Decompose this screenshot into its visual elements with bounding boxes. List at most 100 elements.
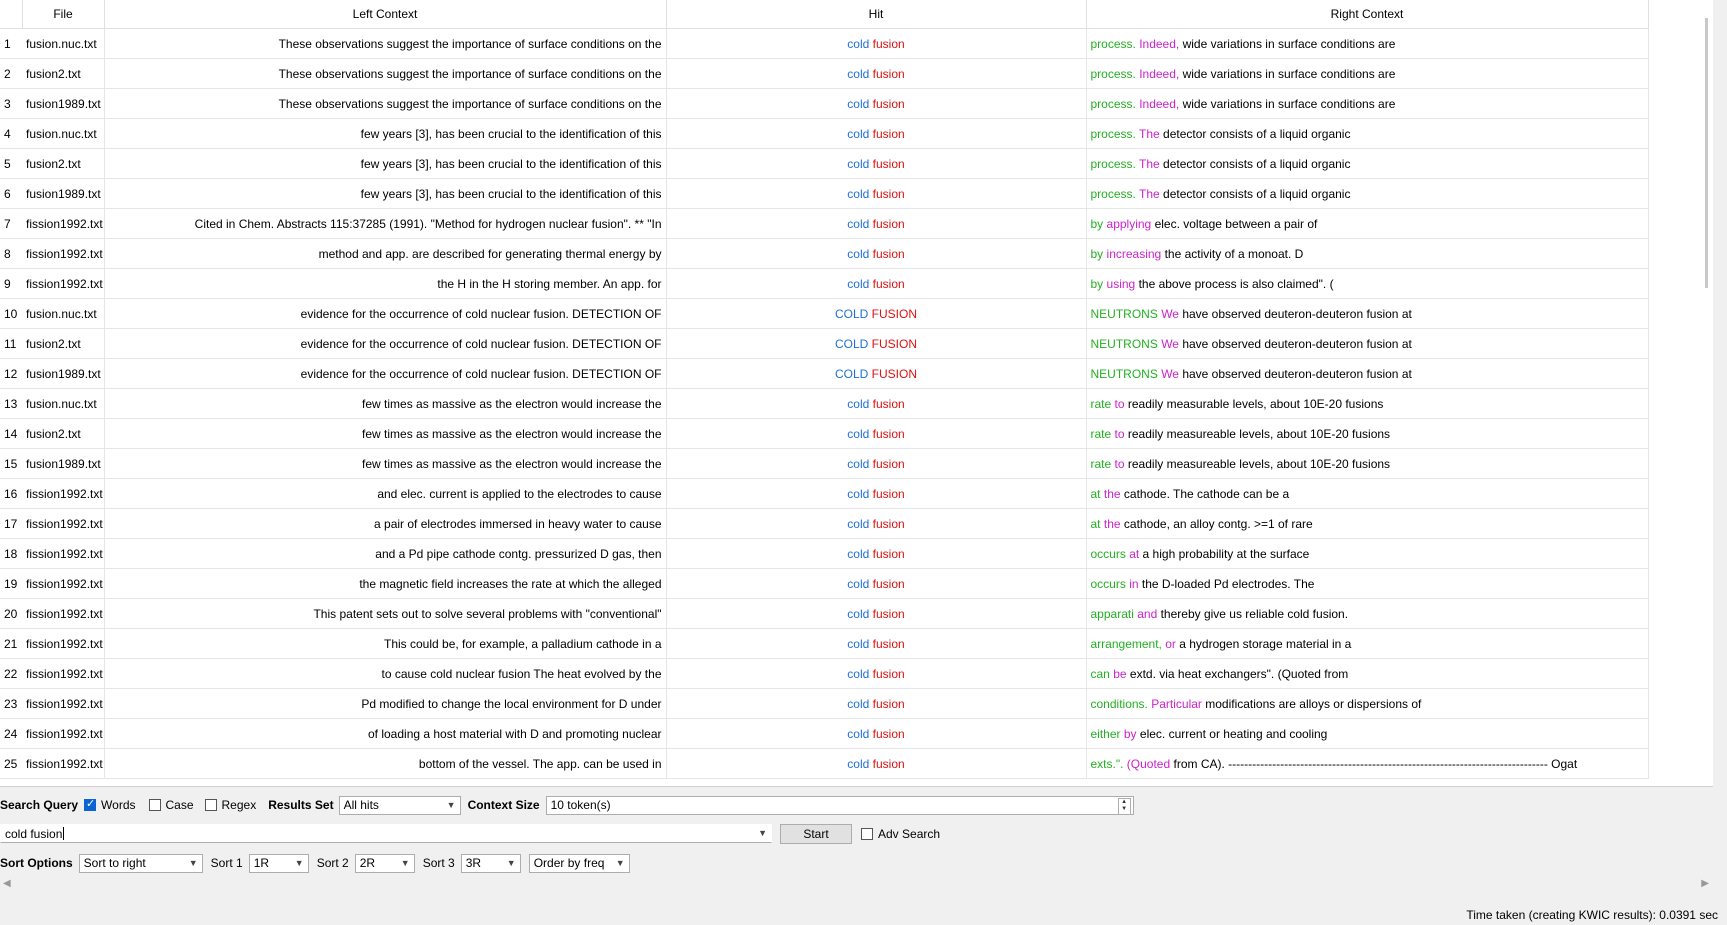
table-row[interactable]: 12 fusion1989.txt evidence for the occurre… <box>0 358 1649 389</box>
sort1-dropdown[interactable]: 1R ▼ <box>248 853 309 873</box>
file-cell: fusion2.txt <box>22 328 105 359</box>
table-row[interactable]: 1 fusion.nuc.txt These observations sugges… <box>0 28 1649 59</box>
right-context-rest: have observed deuteron-deuteron fusion a… <box>1182 366 1412 381</box>
left-context-cell: few years [3], has been crucial to the i… <box>104 118 667 149</box>
left-context-cell: These observations suggest the importanc… <box>104 88 667 119</box>
right-word-2: to <box>1114 426 1125 441</box>
horizontal-scrollbar[interactable]: ◀ ▶ <box>0 876 1712 893</box>
hit-word-1: cold <box>847 96 870 111</box>
table-row[interactable]: 25 fission1992.txt bottom of the vessel. T… <box>0 748 1649 779</box>
column-header-left-context[interactable]: Left Context <box>104 0 667 29</box>
case-checkbox[interactable] <box>148 799 161 811</box>
chevron-down-icon: ▼ <box>446 799 456 810</box>
table-row[interactable]: 9 fission1992.txt the H in the H storing m… <box>0 268 1649 299</box>
start-button[interactable]: Start <box>780 823 852 844</box>
hit-cell: cold fusion <box>666 268 1087 299</box>
table-row[interactable]: 15 fusion1989.txt few times as massive as … <box>0 448 1649 479</box>
right-word-1: process. <box>1090 186 1136 201</box>
table-row[interactable]: 4 fusion.nuc.txt few years [3], has been c… <box>0 118 1649 149</box>
table-row[interactable]: 16 fission1992.txt and elec. current is ap… <box>0 478 1649 509</box>
table-row[interactable]: 23 fission1992.txt Pd modified to change t… <box>0 688 1649 719</box>
right-context-cell: NEUTRONS We have observed deuteron-deute… <box>1086 328 1649 359</box>
row-number: 24 <box>0 718 22 749</box>
row-number-header <box>0 0 23 29</box>
sort-mode-dropdown[interactable]: Sort to right ▼ <box>78 853 203 873</box>
right-context-rest: elec. current or heating and cooling <box>1139 726 1328 741</box>
left-context-cell: to cause cold nuclear fusion The heat ev… <box>104 658 667 689</box>
chevron-down-icon[interactable]: ▼ <box>758 828 767 838</box>
column-header-right-context[interactable]: Right Context <box>1086 0 1649 29</box>
table-row[interactable]: 18 fission1992.txt and a Pd pipe cathode c… <box>0 538 1649 569</box>
words-checkbox[interactable] <box>84 797 97 811</box>
hit-cell: cold fusion <box>666 148 1087 179</box>
table-row[interactable]: 10 fusion.nuc.txt evidence for the occurre… <box>0 298 1649 329</box>
table-row[interactable]: 7 fission1992.txt Cited in Chem. Abstracts… <box>0 208 1649 239</box>
column-header-file[interactable]: File <box>22 0 105 29</box>
hit-cell: cold fusion <box>666 748 1087 779</box>
right-context-cell: rate to readily measurable levels, about… <box>1086 388 1649 419</box>
file-cell: fission1992.txt <box>22 268 105 299</box>
sort2-value: 2R <box>359 856 376 870</box>
row-number: 3 <box>0 88 22 119</box>
row-number: 4 <box>0 118 22 149</box>
right-context-cell: NEUTRONS We have observed deuteron-deute… <box>1086 298 1649 329</box>
right-word-1: by <box>1090 246 1104 261</box>
table-row[interactable]: 3 fusion1989.txt These observations sugges… <box>0 88 1649 119</box>
sort3-dropdown[interactable]: 3R ▼ <box>460 853 521 873</box>
sort3-value: 3R <box>465 856 482 870</box>
right-context-rest: wide variations in surface conditions ar… <box>1182 96 1396 111</box>
search-query-input[interactable]: cold fusion ▼ <box>0 824 772 843</box>
table-row[interactable]: 17 fission1992.txt a pair of electrodes im… <box>0 508 1649 539</box>
right-context-cell: process. The detector consists of a liqu… <box>1086 178 1649 209</box>
words-label: Words <box>101 798 136 812</box>
hit-word-2: fusion <box>872 456 905 471</box>
hit-word-2: fusion <box>872 216 905 231</box>
table-row[interactable]: 14 fusion2.txt few times as massive as the… <box>0 418 1649 449</box>
right-word-2: to <box>1114 456 1125 471</box>
left-context-cell: a pair of electrodes immersed in heavy w… <box>104 508 667 539</box>
row-number: 16 <box>0 478 22 509</box>
hit-word-2: fusion <box>872 246 905 261</box>
spin-arrows-icon[interactable]: ▲ ▼ <box>1117 797 1131 815</box>
table-row[interactable]: 6 fusion1989.txt few years [3], has been c… <box>0 178 1649 209</box>
hit-cell: cold fusion <box>666 508 1087 539</box>
vertical-scrollbar[interactable] <box>1713 0 1727 786</box>
sort2-dropdown[interactable]: 2R ▼ <box>354 853 415 873</box>
table-row[interactable]: 21 fission1992.txt This could be, for exam… <box>0 628 1649 659</box>
table-row[interactable]: 8 fission1992.txt method and app. are desc… <box>0 238 1649 269</box>
order-dropdown[interactable]: Order by freq ▼ <box>528 853 630 873</box>
table-row[interactable]: 22 fission1992.txt to cause cold nuclear f… <box>0 658 1649 689</box>
hit-word-1: cold <box>847 426 870 441</box>
adv-search-checkbox[interactable] <box>861 827 873 840</box>
table-row[interactable]: 13 fusion.nuc.txt few times as massive as … <box>0 388 1649 419</box>
right-context-cell: process. The detector consists of a liqu… <box>1086 118 1649 149</box>
hit-cell: cold fusion <box>666 118 1087 149</box>
scroll-right-icon[interactable]: ▶ <box>1701 878 1709 889</box>
column-header-hit[interactable]: Hit <box>666 0 1087 29</box>
row-number: 20 <box>0 598 22 629</box>
right-context-rest: detector consists of a liquid organic <box>1163 186 1351 201</box>
table-row[interactable]: 5 fusion2.txt few years [3], has been cruc… <box>0 148 1649 179</box>
kwic-results-table[interactable]: File Left Context Hit Right Context 1 fus… <box>0 0 1713 787</box>
row-number: 8 <box>0 238 22 269</box>
left-context-cell: and a Pd pipe cathode contg. pressurized… <box>104 538 667 569</box>
table-row[interactable]: 24 fission1992.txt of loading a host mater… <box>0 718 1649 749</box>
right-word-1: at <box>1090 516 1101 531</box>
hit-cell: cold fusion <box>666 388 1087 419</box>
regex-checkbox[interactable] <box>204 799 217 811</box>
row-number: 2 <box>0 58 22 89</box>
right-context-rest: wide variations in surface conditions ar… <box>1182 36 1396 51</box>
row-number: 1 <box>0 28 22 59</box>
vertical-scrollbar-thumb[interactable] <box>1705 18 1708 288</box>
results-set-dropdown[interactable]: All hits ▼ <box>338 795 461 815</box>
left-context-cell: the magnetic field increases the rate at… <box>104 568 667 599</box>
hit-word-2: fusion <box>872 726 905 741</box>
table-row[interactable]: 19 fission1992.txt the magnetic field incr… <box>0 568 1649 599</box>
table-row[interactable]: 11 fusion2.txt evidence for the occurrence… <box>0 328 1649 359</box>
scroll-left-icon[interactable]: ◀ <box>3 878 11 889</box>
context-size-spinbox[interactable]: 10 token(s) ▲ ▼ <box>545 795 1134 815</box>
table-row[interactable]: 2 fusion2.txt These observations suggest t… <box>0 58 1649 89</box>
table-row[interactable]: 20 fission1992.txt This patent sets out to… <box>0 598 1649 629</box>
right-context-rest: a hydrogen storage material in a <box>1179 636 1352 651</box>
row-number: 15 <box>0 448 22 479</box>
